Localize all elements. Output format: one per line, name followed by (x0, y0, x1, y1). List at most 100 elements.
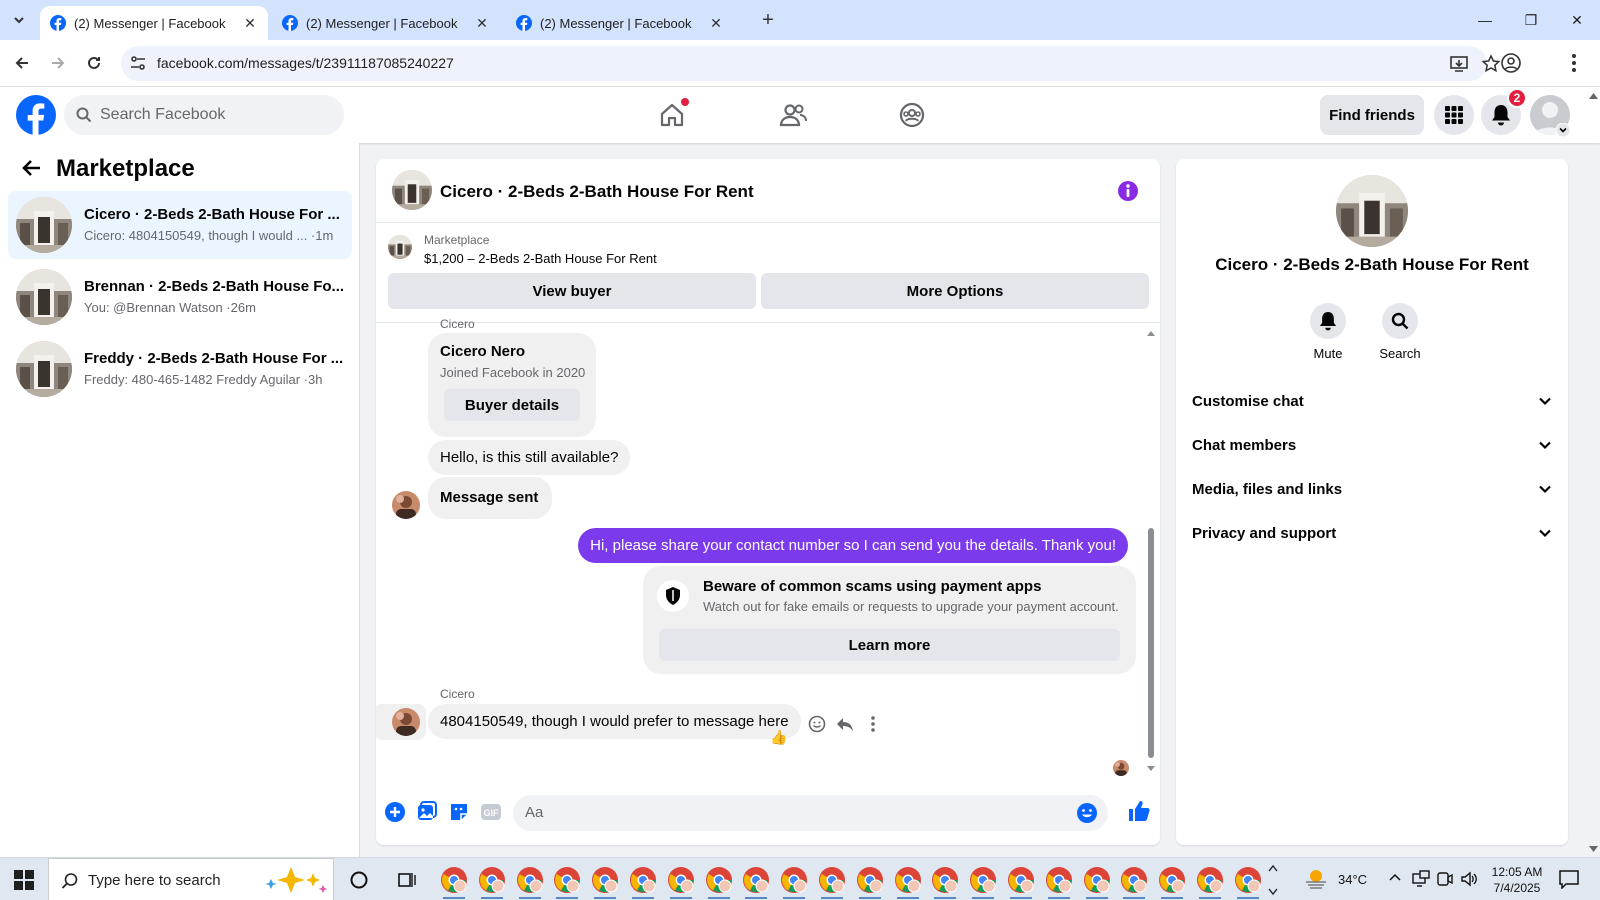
emoji-icon[interactable] (1076, 802, 1098, 824)
chat-members-row[interactable]: Chat members (1192, 423, 1552, 467)
meet-now-icon[interactable] (1436, 870, 1454, 888)
home-nav[interactable] (652, 95, 692, 135)
privacy-support-row[interactable]: Privacy and support (1192, 511, 1552, 555)
network-icon[interactable] (1412, 870, 1430, 888)
chrome-taskbar-icon[interactable] (931, 866, 959, 899)
page-scroll-down-icon[interactable] (1589, 846, 1598, 853)
browser-tab-3[interactable]: (2) Messenger | Facebook ✕ (506, 6, 734, 40)
reaction-emoji[interactable]: 👍 (770, 729, 787, 746)
chrome-taskbar-icon[interactable] (856, 866, 884, 899)
address-bar[interactable]: facebook.com/messages/t/2391118708524022… (121, 46, 1501, 81)
close-tab-icon[interactable]: ✕ (242, 15, 258, 31)
install-app-icon[interactable] (1449, 54, 1469, 74)
find-friends-button[interactable]: Find friends (1320, 95, 1424, 135)
reply-icon[interactable] (836, 715, 854, 733)
chat-title[interactable]: Cicero · 2-Beds 2-Bath House For Rent (440, 182, 754, 202)
chrome-taskbar-icon[interactable] (894, 866, 922, 899)
temperature-text[interactable]: 34°C (1338, 858, 1367, 900)
chat-thumbnail[interactable] (392, 170, 432, 210)
chrome-taskbar-icon[interactable] (667, 866, 695, 899)
chrome-taskbar-icon[interactable] (440, 866, 468, 899)
media-files-links-row[interactable]: Media, files and links (1192, 467, 1552, 511)
reload-icon[interactable] (83, 52, 105, 74)
tray-chevron-up-icon[interactable] (1389, 872, 1401, 884)
gif-icon[interactable]: GIF (480, 801, 502, 823)
minimize-icon[interactable]: — (1462, 0, 1508, 40)
browser-menu-icon[interactable] (1571, 52, 1577, 74)
chrome-taskbar-icon[interactable] (1196, 866, 1224, 899)
conversation-item[interactable]: Cicero · 2-Beds 2-Bath House For ... Cic… (8, 191, 352, 259)
friends-nav[interactable] (773, 95, 813, 135)
listing-price-title[interactable]: $1,200 – 2-Beds 2-Bath House For Rent (424, 251, 657, 266)
bookmark-star-icon[interactable] (1481, 54, 1501, 74)
task-view-icon[interactable] (396, 870, 416, 890)
plus-circle-icon[interactable] (384, 801, 406, 823)
chrome-taskbar-icon[interactable] (1045, 866, 1073, 899)
my-message-bubble[interactable]: Hi, please share your contact number so … (578, 528, 1128, 563)
chrome-taskbar-icon[interactable] (1158, 866, 1186, 899)
mute-action[interactable]: Mute (1298, 303, 1358, 361)
browser-tab-2[interactable]: (2) Messenger | Facebook ✕ (272, 6, 500, 40)
message-input[interactable]: Aa (513, 795, 1108, 831)
page-scroll-up-icon[interactable] (1589, 92, 1598, 99)
volume-icon[interactable] (1460, 870, 1478, 888)
chrome-taskbar-icon[interactable] (516, 866, 544, 899)
buyer-details-button[interactable]: Buyer details (444, 389, 580, 421)
back-icon[interactable] (11, 52, 33, 74)
forward-icon[interactable] (47, 52, 69, 74)
restore-icon[interactable]: ❐ (1508, 0, 1554, 40)
more-options-button[interactable]: More Options (761, 273, 1149, 309)
chrome-taskbar-icon[interactable] (780, 866, 808, 899)
more-actions-icon[interactable] (870, 715, 876, 733)
new-tab-icon[interactable]: + (756, 8, 780, 32)
sticker-icon[interactable] (448, 801, 470, 823)
message-bubble[interactable]: 4804150549, though I would prefer to mes… (428, 704, 801, 739)
scroll-up-icon[interactable] (1146, 329, 1156, 337)
chrome-taskbar-icon[interactable] (1120, 866, 1148, 899)
sender-avatar[interactable] (392, 708, 420, 736)
close-window-icon[interactable]: ✕ (1554, 0, 1600, 40)
notification-center-icon[interactable] (1558, 869, 1580, 889)
groups-nav[interactable] (892, 95, 932, 135)
message-bubble[interactable]: Hello, is this still available? (428, 440, 631, 475)
attach-image-icon[interactable] (416, 801, 438, 823)
info-icon[interactable] (1117, 180, 1139, 202)
chrome-taskbar-icon[interactable] (478, 866, 506, 899)
taskbar-clock[interactable]: 12:05 AM 7/4/2025 (1482, 864, 1552, 896)
taskbar-search[interactable]: Type here to search (48, 858, 334, 900)
learn-more-button[interactable]: Learn more (659, 629, 1120, 661)
taskbar-overflow-icon[interactable] (1268, 862, 1278, 898)
chrome-taskbar-icon[interactable] (1234, 866, 1262, 899)
view-buyer-button[interactable]: View buyer (388, 273, 756, 309)
cortana-icon[interactable] (349, 870, 369, 890)
chrome-taskbar-icon[interactable] (1007, 866, 1035, 899)
browser-tab-1[interactable]: (2) Messenger | Facebook ✕ (40, 6, 268, 40)
customise-chat-row[interactable]: Customise chat (1192, 379, 1552, 423)
chrome-taskbar-icon[interactable] (553, 866, 581, 899)
facebook-logo-icon[interactable] (16, 95, 56, 135)
react-emoji-icon[interactable] (808, 715, 826, 733)
chrome-taskbar-icon[interactable] (705, 866, 733, 899)
chrome-taskbar-icon[interactable] (591, 866, 619, 899)
account-chevron-icon[interactable] (1556, 123, 1570, 137)
search-action[interactable]: Search (1370, 303, 1430, 361)
chrome-taskbar-icon[interactable] (742, 866, 770, 899)
scrollbar-thumb[interactable] (1148, 528, 1154, 758)
profile-icon[interactable] (1500, 52, 1522, 74)
tab-search-dropdown-icon[interactable] (6, 8, 32, 32)
close-tab-icon[interactable]: ✕ (708, 15, 724, 31)
message-bubble[interactable]: Message sent (428, 477, 553, 519)
like-thumb-icon[interactable] (1127, 799, 1151, 823)
conversation-item[interactable]: Brennan · 2-Beds 2-Bath House Fo... You:… (8, 263, 352, 331)
facebook-search[interactable]: Search Facebook (64, 95, 344, 135)
back-arrow-icon[interactable] (20, 157, 42, 179)
chrome-taskbar-icon[interactable] (969, 866, 997, 899)
scroll-down-icon[interactable] (1146, 765, 1156, 773)
windows-start-icon[interactable] (14, 870, 34, 890)
chrome-taskbar-icon[interactable] (1083, 866, 1111, 899)
sender-avatar[interactable] (392, 491, 420, 519)
menu-grid-button[interactable] (1434, 95, 1474, 135)
chrome-taskbar-icon[interactable] (629, 866, 657, 899)
close-tab-icon[interactable]: ✕ (474, 15, 490, 31)
site-settings-icon[interactable] (129, 54, 147, 72)
